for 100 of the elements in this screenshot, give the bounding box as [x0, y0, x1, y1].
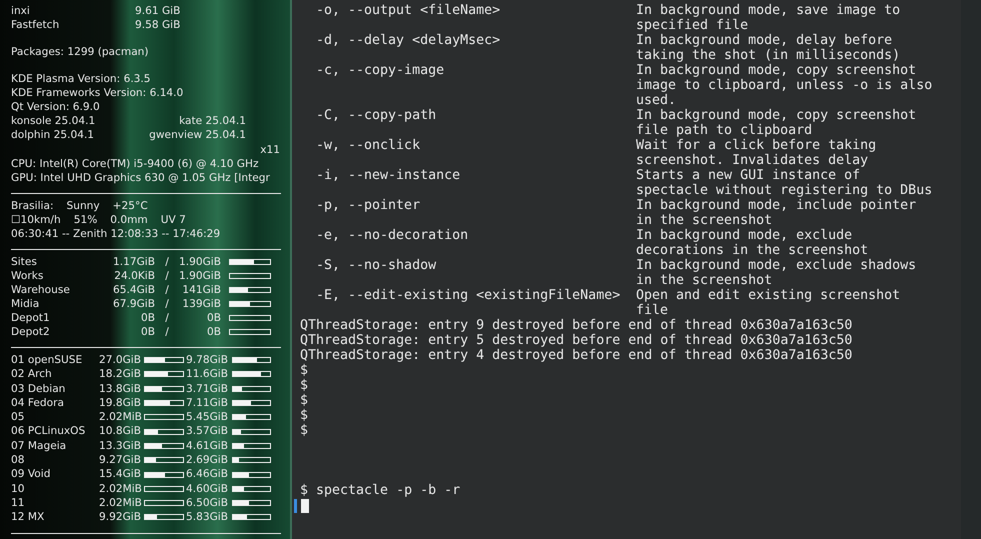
- program-name: Fastfetch: [11, 18, 60, 32]
- usage-bar: [229, 329, 271, 335]
- session-type: x11: [260, 144, 280, 156]
- partition-name: 02 Arch: [11, 367, 53, 382]
- usage-bar: [144, 500, 184, 506]
- partition-name: 12 MX: [11, 510, 46, 525]
- option-name: -d, --delay <delayMsec>: [316, 33, 500, 48]
- usage-bar: [144, 414, 184, 420]
- partition-name: 10: [11, 482, 26, 496]
- weather-text: UV 7: [160, 213, 186, 227]
- shell-prompt: $: [300, 378, 310, 393]
- shell-prompt: $: [300, 393, 310, 408]
- disk-total: 0B: [206, 311, 221, 325]
- disk-name: Midia: [11, 297, 40, 311]
- option-description: file: [636, 303, 670, 318]
- partition-used: 9.92GiB: [99, 510, 142, 525]
- disk-name: Depot2: [11, 325, 51, 339]
- option-description: Wait for a click before taking: [636, 138, 878, 153]
- partition-name: 09 Void: [11, 467, 52, 482]
- weather-text: 0.0mm: [110, 213, 148, 227]
- option-description: image to clipboard, unless -o is also: [636, 78, 934, 93]
- disk-total: 141GiB: [181, 283, 221, 297]
- partition-free: 4.61GiB: [186, 438, 230, 454]
- partition-free: 2.69GiB: [186, 453, 230, 468]
- option-description: in the screenshot: [636, 273, 774, 288]
- disk-used: 65.4GiB: [112, 283, 155, 297]
- memory-value: 9.61 GiB: [135, 4, 182, 18]
- app-version: kate 25.04.1: [178, 114, 246, 128]
- option-description: In background mode, delay before: [636, 33, 894, 48]
- separator-text: /: [164, 297, 170, 311]
- partition-name: 05: [11, 410, 26, 424]
- shell-prompt: $: [300, 408, 310, 423]
- option-description: In background mode, copy screenshot: [636, 108, 918, 123]
- partition-used: 13.8GiB: [99, 382, 142, 396]
- shell-prompt: $: [300, 363, 310, 378]
- option-description: file path to clipboard: [636, 123, 814, 138]
- option-name: -i, --new-instance: [316, 168, 460, 183]
- version-text: Qt Version: 6.9.0: [11, 101, 100, 113]
- partition-free: 6.46GiB: [186, 467, 230, 482]
- option-description: In background mode, exclude shadows: [636, 258, 918, 273]
- option-description: In background mode, save image to: [636, 3, 902, 18]
- option-name: -o, --output <fileName>: [316, 3, 500, 18]
- separator-text: /: [164, 311, 170, 325]
- option-description: specified file: [636, 18, 750, 33]
- disk-total: 1.90GiB: [179, 269, 221, 283]
- shell-prompt: $: [300, 423, 310, 438]
- weather-text: 51%: [74, 213, 98, 227]
- separator-text: /: [164, 255, 170, 269]
- version-text: KDE Plasma Version: 6.3.5: [11, 73, 151, 85]
- partition-name: 06 PCLinuxOS: [11, 424, 86, 439]
- option-description: In background mode, include pointer: [636, 198, 918, 213]
- disk-total: 139GiB: [181, 297, 221, 311]
- option-description: spectacle without registering to DBus: [636, 183, 934, 198]
- separator-text: /: [164, 269, 170, 283]
- disk-name: Sites: [11, 255, 38, 269]
- option-description: screenshot. Invalidates delay: [636, 153, 870, 168]
- line-marker-icon: [294, 498, 297, 512]
- partition-name: 03 Debian: [11, 382, 66, 396]
- weather-text: Brasilia:: [11, 199, 54, 213]
- option-description: decorations in the screenshot: [636, 243, 870, 258]
- text-cursor: [301, 498, 309, 512]
- option-description: In background mode, copy screenshot: [636, 63, 918, 78]
- option-name: -E, --edit-existing <existingFileName>: [316, 288, 620, 303]
- disk-used: 0B: [140, 311, 155, 325]
- option-name: -p, --pointer: [316, 198, 420, 213]
- packages-text: Packages: 1299 (pacman): [11, 46, 149, 58]
- disk-used: 24.0KiB: [113, 269, 155, 283]
- option-name: -S, --no-shadow: [316, 258, 436, 273]
- partition-name: 08: [11, 453, 26, 468]
- option-name: -e, --no-decoration: [316, 228, 468, 243]
- disk-total: 1.90GiB: [179, 255, 221, 269]
- partition-free: 7.11GiB: [186, 396, 230, 410]
- app-version: konsole 25.04.1: [11, 114, 96, 128]
- partition-used: 19.8GiB: [99, 396, 142, 410]
- weather-text: Sunny: [66, 199, 100, 213]
- option-name: -c, --copy-image: [316, 63, 444, 78]
- program-name: inxi: [11, 4, 31, 18]
- partition-free: 9.78GiB: [186, 353, 230, 368]
- weather-text: ☐10km/h: [11, 213, 61, 227]
- partition-free: 11.6GiB: [186, 367, 230, 382]
- partition-used: 2.02MiB: [99, 410, 143, 424]
- separator-text: /: [164, 325, 170, 339]
- partition-free: 6.50GiB: [186, 496, 230, 510]
- disk-total: 0B: [206, 325, 221, 339]
- disk-name: Depot1: [11, 311, 51, 325]
- version-text: KDE Frameworks Version: 6.14.0: [11, 87, 184, 99]
- partition-used: 2.02MiB: [99, 496, 143, 510]
- memory-value: 9.58 GiB: [135, 18, 182, 32]
- option-description: used.: [636, 93, 678, 108]
- option-description: Starts a new GUI instance of: [636, 168, 862, 183]
- disk-name: Warehouse: [11, 283, 71, 297]
- option-description: in the screenshot: [636, 213, 774, 228]
- partition-used: 13.3GiB: [99, 438, 142, 454]
- disk-used: 1.17GiB: [112, 255, 155, 269]
- usage-bar: [229, 315, 271, 321]
- separator-text: /: [164, 283, 170, 297]
- partition-name: 11: [11, 496, 26, 510]
- option-description: Open and edit existing screenshot: [636, 288, 902, 303]
- partition-used: 2.02MiB: [99, 482, 143, 496]
- warning-message: QThreadStorage: entry 5 destroyed before end of thread 0x630a7a163c50: [300, 333, 854, 348]
